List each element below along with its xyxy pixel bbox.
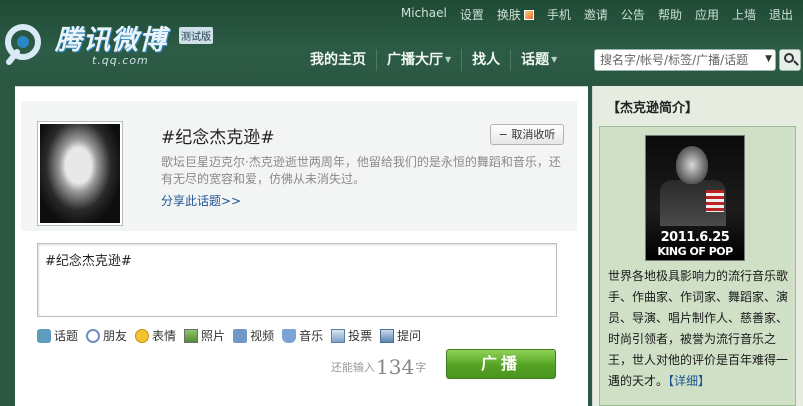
char-counter-suffix: 字 — [415, 361, 427, 374]
top-link-invite[interactable]: 邀请 — [584, 6, 608, 23]
logo-swirl-icon — [5, 24, 41, 65]
emoticon-icon — [135, 328, 150, 343]
sidebar-intro-text: 世界各地极具影响力的流行音乐歌手、作曲家、作词家、舞蹈家、演员、导演、唱片制作人… — [608, 266, 791, 392]
topic-portrait-image — [40, 124, 120, 223]
king-of-pop-poster[interactable]: 2011.6.25 KING OF POP — [645, 135, 745, 261]
topic-description: 歌坛巨星迈克尔·杰克逊逝世两周年，他留给我们的是永恒的舞蹈和音乐，还有无尽的宽容… — [161, 155, 561, 186]
vote-icon — [331, 328, 346, 343]
sidebar-title: 【杰克逊简介】 — [607, 101, 699, 116]
tool-music[interactable]: 音乐 — [282, 327, 323, 344]
photo-icon — [184, 328, 199, 343]
nav-find-people-label: 找人 — [472, 52, 501, 68]
top-links: Michael 设置 换肤 手机 邀请 公告 帮助 应用 上墙 退出 — [401, 6, 793, 23]
at-icon — [86, 328, 101, 343]
search-button[interactable] — [779, 49, 801, 71]
tool-video-label: 视频 — [250, 329, 275, 343]
poster-date: 2011.6.25 — [660, 230, 730, 245]
topic-title: #纪念杰克逊# — [161, 128, 275, 148]
compose-textarea[interactable]: #纪念杰克逊# — [37, 243, 557, 317]
tool-emoticon[interactable]: 表情 — [135, 327, 176, 344]
tool-ask[interactable]: 提问 — [380, 327, 421, 344]
chevron-down-icon: ▼ — [445, 55, 452, 64]
top-link-settings[interactable]: 设置 — [460, 6, 484, 23]
nav-broadcast-hall-label: 广播大厅 — [387, 52, 443, 68]
search-icon-handle — [793, 60, 799, 66]
topic-icon — [37, 328, 51, 343]
broadcast-button[interactable]: 广播 — [446, 349, 556, 379]
search-scope-dropdown-icon[interactable]: ▼ — [765, 54, 772, 64]
topic-card: #纪念杰克逊# − 取消收听 歌坛巨星迈克尔·杰克逊逝世两周年，他留给我们的是永… — [21, 101, 577, 231]
sidebar-intro-body: 世界各地极具影响力的流行音乐歌手、作曲家、作词家、舞蹈家、演员、导演、唱片制作人… — [608, 269, 789, 388]
palette-icon — [523, 10, 534, 20]
sidebar: 【杰克逊简介】 2011.6.25 KING OF POP 世界各地极具影响力的… — [592, 86, 803, 406]
top-link-apps[interactable]: 应用 — [695, 6, 719, 23]
tool-topic[interactable]: 话题 — [37, 327, 78, 344]
nav-topics-label: 话题 — [521, 52, 550, 68]
top-link-logout[interactable]: 退出 — [769, 6, 793, 23]
ask-icon — [380, 328, 395, 343]
search-input[interactable] — [595, 50, 755, 70]
topic-avatar — [37, 121, 123, 226]
main-nav: 我的主页 广播大厅 ▼ 找人 话题 ▼ — [300, 42, 567, 78]
tool-music-label: 音乐 — [299, 329, 324, 343]
top-link-help[interactable]: 帮助 — [658, 6, 682, 23]
nav-my-home[interactable]: 我的主页 — [300, 42, 376, 78]
top-link-user[interactable]: Michael — [401, 6, 447, 23]
top-link-wall[interactable]: 上墙 — [732, 6, 756, 23]
tool-topic-label: 话题 — [54, 329, 79, 343]
tool-ask-label: 提问 — [397, 329, 422, 343]
logo-brand-text: 腾讯微博 — [55, 25, 167, 56]
music-icon — [282, 328, 297, 343]
tool-photo[interactable]: 照片 — [184, 327, 225, 344]
unfollow-button[interactable]: − 取消收听 — [490, 124, 564, 145]
compose-toolbar: 话题 朋友 表情 照片 视频 音乐 投票 提问 — [37, 327, 421, 344]
nav-broadcast-hall[interactable]: 广播大厅 ▼ — [377, 42, 461, 78]
top-link-notice[interactable]: 公告 — [621, 6, 645, 23]
tool-video[interactable]: 视频 — [233, 327, 274, 344]
tool-friend-label: 朋友 — [103, 329, 128, 343]
video-icon — [233, 328, 248, 343]
poster-face — [676, 146, 708, 184]
char-counter-value: 134 — [376, 355, 415, 379]
poster-flag — [706, 190, 724, 212]
chevron-down-icon: ▼ — [551, 55, 558, 64]
nav-topics[interactable]: 话题 ▼ — [511, 42, 567, 78]
sidebar-intro-box: 2011.6.25 KING OF POP 世界各地极具影响力的流行音乐歌手、作… — [599, 126, 796, 406]
search-box: ▼ — [594, 49, 776, 71]
tool-vote-label: 投票 — [348, 329, 373, 343]
top-link-skin[interactable]: 换肤 — [497, 6, 534, 23]
tool-photo-label: 照片 — [201, 329, 226, 343]
tool-friend[interactable]: 朋友 — [86, 327, 127, 344]
top-link-mobile[interactable]: 手机 — [547, 6, 571, 23]
nav-my-home-label: 我的主页 — [310, 52, 366, 68]
tencent-weibo-logo[interactable]: 腾讯微博 测试版 t.qq.com — [3, 16, 218, 72]
tool-emoticon-label: 表情 — [152, 329, 177, 343]
sidebar-more-link[interactable]: 【详细】 — [668, 374, 710, 388]
main-panel: #纪念杰克逊# − 取消收听 歌坛巨星迈克尔·杰克逊逝世两周年，他留给我们的是永… — [15, 86, 588, 406]
nav-find-people[interactable]: 找人 — [462, 42, 510, 78]
char-counter-prefix: 还能输入 — [331, 361, 375, 374]
logo-domain: t.qq.com — [92, 54, 149, 67]
tool-vote[interactable]: 投票 — [331, 327, 372, 344]
beta-badge: 测试版 — [179, 27, 213, 44]
top-header: 腾讯微博 测试版 t.qq.com Michael 设置 换肤 手机 邀请 公告… — [0, 0, 803, 86]
share-topic-link[interactable]: 分享此话题>> — [161, 192, 241, 209]
poster-caption: KING OF POP — [657, 245, 733, 258]
char-counter: 还能输入134字 — [331, 355, 426, 379]
top-link-skin-label: 换肤 — [496, 8, 521, 22]
